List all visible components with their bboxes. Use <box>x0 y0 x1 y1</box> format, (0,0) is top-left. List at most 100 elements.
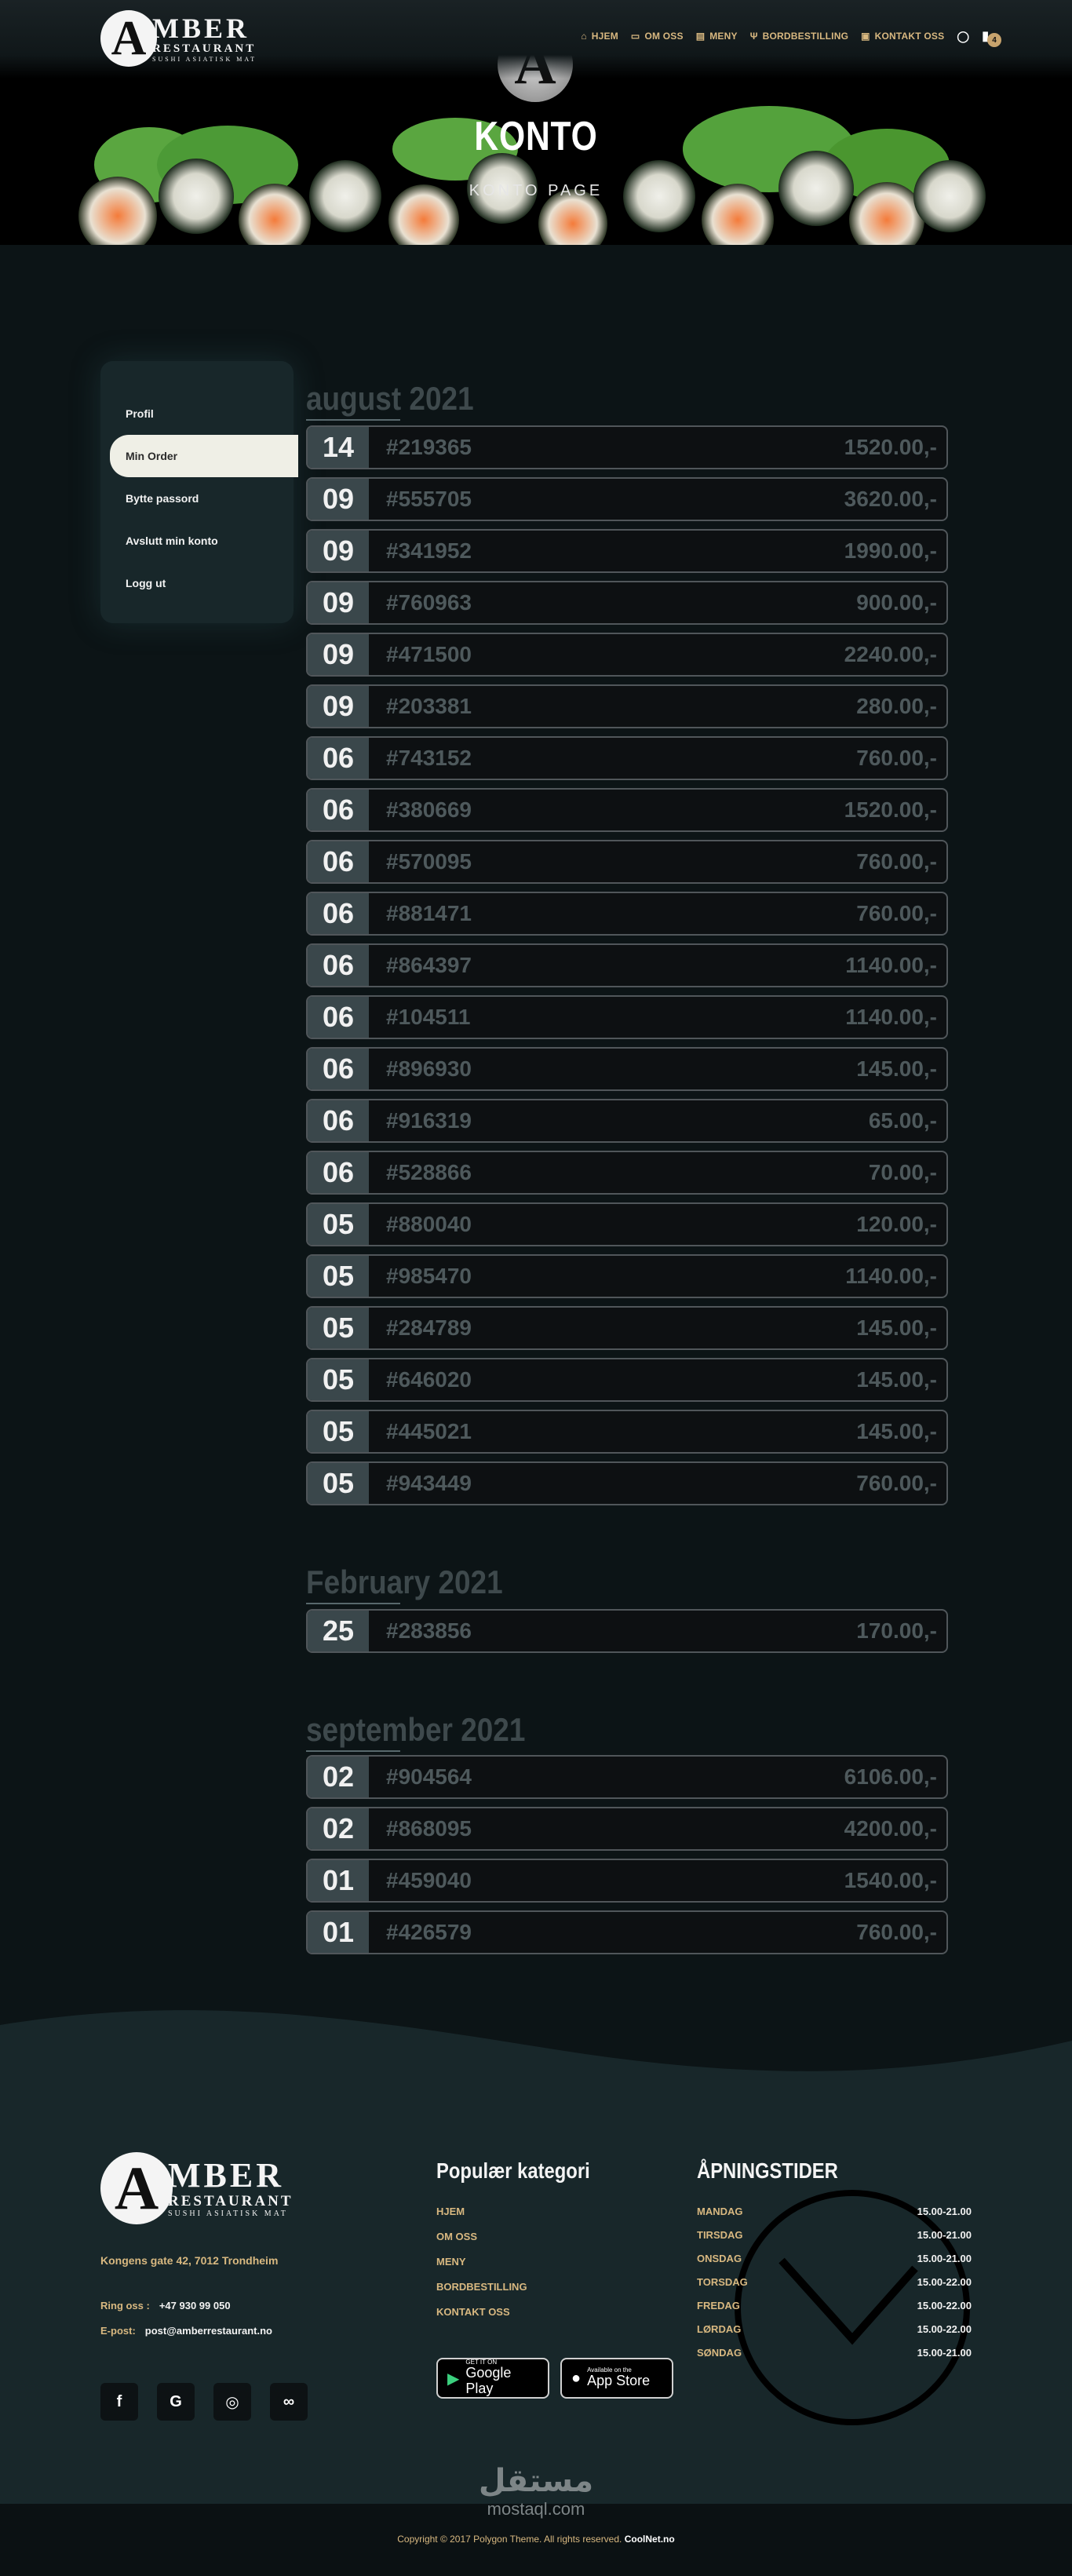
order-row[interactable]: 09 #471500 2240.00,- <box>306 633 948 677</box>
email-label: E-post: <box>100 2325 136 2337</box>
nav-item-bordbestilling[interactable]: ψ BORDBESTILLING <box>750 31 848 42</box>
order-row[interactable]: 02 #904564 6106.00,- <box>306 1755 948 1799</box>
footer-logo[interactable]: A MBER RESTAURANT SUSHI ASIATISK MAT <box>100 2152 294 2224</box>
order-row[interactable]: 06 #881471 760.00,- <box>306 892 948 936</box>
order-row[interactable]: 05 #284789 145.00,- <box>306 1306 948 1350</box>
contact-icon: ▣ <box>861 31 870 42</box>
order-row[interactable]: 05 #880040 120.00,- <box>306 1202 948 1246</box>
sidebar-item-min-order[interactable]: Min Order <box>110 435 298 477</box>
hours-row: LØRDAG 15.00-22.00 <box>697 2323 972 2335</box>
order-row[interactable]: 09 #203381 280.00,- <box>306 684 948 728</box>
order-row[interactable]: 05 #646020 145.00,- <box>306 1358 948 1402</box>
sidebar-item-logg-ut[interactable]: Logg ut <box>100 562 294 604</box>
order-id: #528866 <box>386 1160 472 1184</box>
order-row[interactable]: 05 #445021 145.00,- <box>306 1410 948 1454</box>
order-id: #219365 <box>386 435 472 459</box>
google-play-button[interactable]: ▶ GET IT ON Google Play <box>436 2358 549 2399</box>
social-links: f G ◎ ∞ <box>100 2383 308 2421</box>
sushi-banner-image <box>78 106 986 245</box>
footer-link-om-oss[interactable]: OM OSS <box>436 2231 477 2242</box>
order-amount: 760.00,- <box>856 849 937 874</box>
order-id: #985470 <box>386 1264 472 1288</box>
order-amount: 760.00,- <box>856 1920 937 1944</box>
phone-label: Ring oss : <box>100 2300 150 2311</box>
order-row[interactable]: 14 #219365 1520.00,- <box>306 425 948 469</box>
footer-link-bordbestilling[interactable]: BORDBESTILLING <box>436 2281 527 2293</box>
copyright-brand[interactable]: CoolNet.no <box>625 2534 675 2545</box>
tripadvisor-icon[interactable]: ∞ <box>270 2383 308 2421</box>
logo-restaurant: RESTAURANT <box>152 42 257 55</box>
order-row[interactable]: 09 #760963 900.00,- <box>306 581 948 625</box>
nav-item-kontakt-oss[interactable]: ▣ KONTAKT OSS <box>861 31 944 42</box>
order-row[interactable]: 05 #985470 1140.00,- <box>306 1254 948 1298</box>
email-value[interactable]: post@amberrestaurant.no <box>145 2325 272 2337</box>
home-icon: ⌂ <box>581 31 587 42</box>
order-id: #203381 <box>386 694 472 718</box>
order-amount: 1520.00,- <box>844 435 937 459</box>
nav-item-label: MENY <box>709 31 738 42</box>
hours-row: FREDAG 15.00-22.00 <box>697 2300 972 2311</box>
order-day: 06 <box>308 997 369 1038</box>
nav-item-label: HJEM <box>591 31 618 42</box>
order-day: 01 <box>308 1860 369 1901</box>
month-divider <box>306 419 400 421</box>
nav-item-om-oss[interactable]: ▭ OM OSS <box>631 31 684 42</box>
hero-banner <box>63 78 989 245</box>
sidebar-item-avslutt-konto[interactable]: Avslutt min konto <box>100 520 294 562</box>
footer-link-meny[interactable]: MENY <box>436 2256 466 2268</box>
sidebar-item-bytte-passord[interactable]: Bytte passord <box>100 477 294 520</box>
order-row[interactable]: 06 #896930 145.00,- <box>306 1047 948 1091</box>
order-row[interactable]: 06 #864397 1140.00,- <box>306 943 948 987</box>
nav-item-hjem[interactable]: ⌂ HJEM <box>581 31 618 42</box>
footer-link-kontakt-oss[interactable]: KONTAKT OSS <box>436 2306 510 2318</box>
order-day: 06 <box>308 1100 369 1141</box>
order-row[interactable]: 06 #570095 760.00,- <box>306 840 948 884</box>
order-amount: 1140.00,- <box>845 1264 937 1288</box>
order-day: 01 <box>308 1912 369 1953</box>
order-row[interactable]: 09 #555705 3620.00,- <box>306 477 948 521</box>
google-icon[interactable]: G <box>157 2383 195 2421</box>
logo-mark: A <box>100 2152 173 2224</box>
footer-link-hjem[interactable]: HJEM <box>436 2206 465 2217</box>
user-icon[interactable]: ◯ <box>957 30 969 43</box>
order-id: #760963 <box>386 590 472 615</box>
order-amount: 280.00,- <box>856 694 937 718</box>
order-row[interactable]: 06 #743152 760.00,- <box>306 736 948 780</box>
cart-button[interactable]: ▮ 4 <box>982 28 1001 47</box>
order-amount: 145.00,- <box>856 1367 937 1392</box>
order-day: 09 <box>308 531 369 571</box>
order-day: 06 <box>308 790 369 830</box>
order-row[interactable]: 06 #104511 1140.00,- <box>306 995 948 1039</box>
order-amount: 3620.00,- <box>844 487 937 511</box>
order-id: #284789 <box>386 1315 472 1340</box>
logo-tagline: SUSHI ASIATISK MAT <box>152 56 257 63</box>
logo[interactable]: A MBER RESTAURANT SUSHI ASIATISK MAT <box>100 10 257 67</box>
phone-value[interactable]: +47 930 99 050 <box>159 2300 231 2311</box>
instagram-icon[interactable]: ◎ <box>213 2383 251 2421</box>
order-row[interactable]: 06 #916319 65.00,- <box>306 1099 948 1143</box>
order-day: 06 <box>308 1152 369 1193</box>
order-amount: 1140.00,- <box>845 953 937 977</box>
copyright: Copyright © 2017 Polygon Theme. All righ… <box>0 2534 1072 2545</box>
order-id: #445021 <box>386 1419 472 1443</box>
footer-address: Kongens gate 42, 7012 Trondheim <box>100 2254 279 2267</box>
order-id: #868095 <box>386 1816 472 1841</box>
order-day: 06 <box>308 1049 369 1089</box>
order-row[interactable]: 01 #426579 760.00,- <box>306 1910 948 1954</box>
order-row[interactable]: 06 #528866 70.00,- <box>306 1151 948 1195</box>
app-store-button[interactable]: ● Available on the App Store <box>560 2358 673 2399</box>
order-row[interactable]: 05 #943449 760.00,- <box>306 1461 948 1505</box>
order-row[interactable]: 25 #283856 170.00,- <box>306 1609 948 1653</box>
order-row[interactable]: 02 #868095 4200.00,- <box>306 1807 948 1851</box>
facebook-icon[interactable]: f <box>100 2383 138 2421</box>
order-day: 09 <box>308 686 369 727</box>
order-row[interactable]: 06 #380669 1520.00,- <box>306 788 948 832</box>
nav-item-meny[interactable]: ▤ MENY <box>696 31 738 42</box>
order-row[interactable]: 01 #459040 1540.00,- <box>306 1859 948 1903</box>
nav-item-label: OM OSS <box>644 31 684 42</box>
sidebar-item-profil[interactable]: Profil <box>100 392 294 435</box>
order-id: #881471 <box>386 901 472 925</box>
order-day: 05 <box>308 1308 369 1348</box>
order-row[interactable]: 09 #341952 1990.00,- <box>306 529 948 573</box>
order-amount: 65.00,- <box>868 1108 937 1133</box>
